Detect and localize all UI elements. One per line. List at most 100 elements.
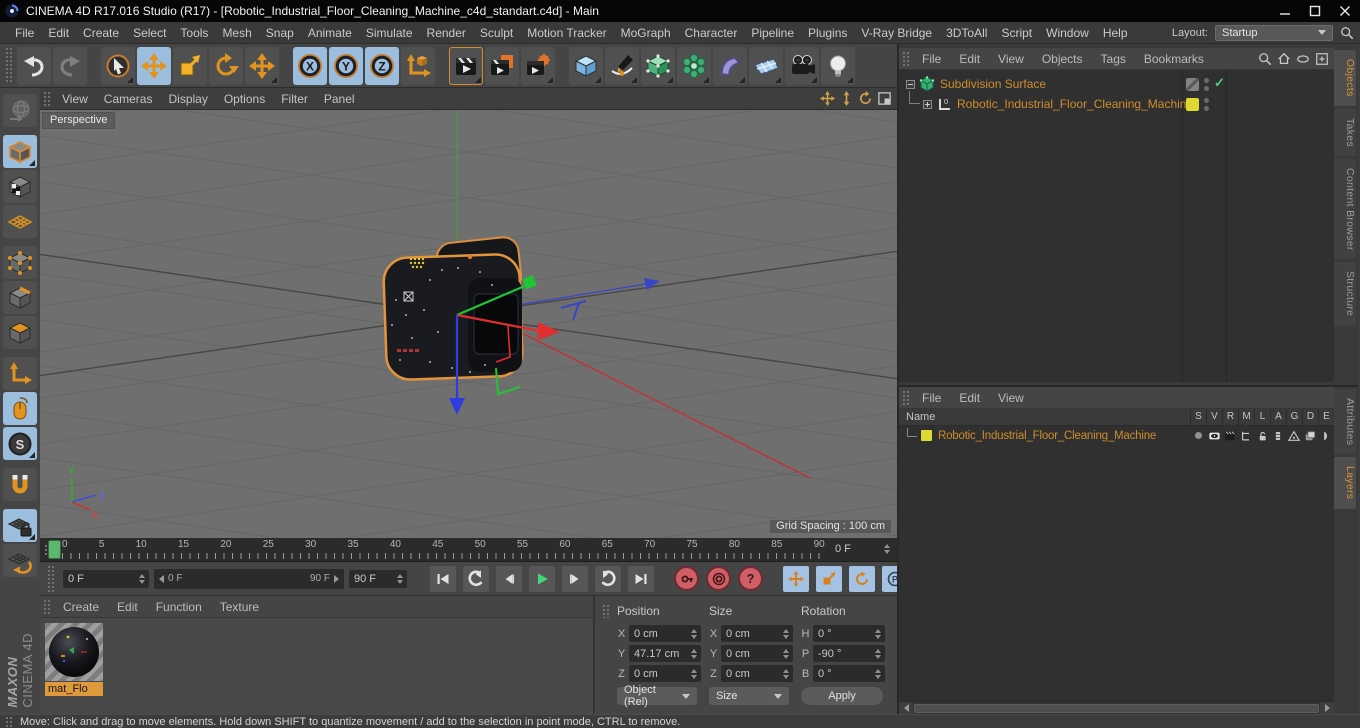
pan-view-icon[interactable]: [820, 91, 835, 106]
menu-pipeline[interactable]: Pipeline: [744, 26, 801, 40]
lock-workplane-button[interactable]: [3, 509, 37, 542]
floor-button[interactable]: [749, 46, 783, 85]
layer-manager-handle[interactable]: [902, 390, 910, 405]
tab-layers[interactable]: Layers: [1334, 457, 1356, 509]
deformers-toggle[interactable]: [1302, 430, 1318, 442]
viewport-menu-panel[interactable]: Panel: [316, 92, 363, 106]
autokey-button[interactable]: [706, 566, 731, 591]
column-header-a[interactable]: A: [1270, 409, 1286, 425]
animation-toggle[interactable]: [1270, 430, 1286, 442]
coords-handle[interactable]: [602, 604, 610, 618]
viewport-perspective[interactable]: Y Z X Perspective Grid Spacing : 100 cm: [40, 110, 897, 538]
manager-toggle[interactable]: [1238, 430, 1254, 442]
om-menu-bookmarks[interactable]: Bookmarks: [1135, 52, 1213, 66]
coordinate-mode-dropdown[interactable]: Object (Rel): [617, 684, 697, 708]
column-header-l[interactable]: L: [1254, 409, 1270, 425]
column-header-d[interactable]: D: [1302, 409, 1318, 425]
layer-color-chip[interactable]: [921, 430, 932, 441]
goto-start-button[interactable]: [430, 565, 456, 592]
material-menu-edit[interactable]: Edit: [108, 600, 147, 614]
magnet-snap-button[interactable]: [3, 468, 37, 501]
close-button[interactable]: [1330, 0, 1360, 22]
record-keyframe-button[interactable]: [674, 566, 699, 591]
next-key-button[interactable]: [595, 565, 621, 592]
size-mode-dropdown[interactable]: Size: [709, 687, 789, 705]
viewport-label[interactable]: Perspective: [42, 112, 116, 129]
tab-structure[interactable]: Structure: [1334, 262, 1356, 326]
workplane-alignment-button[interactable]: [3, 544, 37, 577]
lm-menu-file[interactable]: File: [913, 391, 950, 405]
make-editable-button[interactable]: [3, 94, 37, 127]
om-menu-view[interactable]: View: [989, 52, 1033, 66]
mograph-cloner-button[interactable]: [677, 46, 711, 85]
eye-icon[interactable]: [1296, 52, 1310, 66]
play-button[interactable]: [529, 565, 555, 592]
undo-button[interactable]: [17, 46, 51, 85]
menu-animate[interactable]: Animate: [301, 26, 359, 40]
object-tree[interactable]: Subdivision Surface ✓ 0 Robotic_Industri…: [899, 70, 1334, 382]
menu-motion-tracker[interactable]: Motion Tracker: [520, 26, 613, 40]
next-frame-button[interactable]: [562, 565, 588, 592]
axis-mode-button[interactable]: [3, 357, 37, 390]
object-name[interactable]: Subdivision Surface: [935, 77, 1046, 91]
om-menu-file[interactable]: File: [913, 52, 950, 66]
menu-sculpt[interactable]: Sculpt: [473, 26, 520, 40]
material-preview[interactable]: [45, 623, 103, 681]
rotation-p-field[interactable]: P -90 °: [801, 645, 893, 662]
previous-frame-button[interactable]: [496, 565, 522, 592]
object-name[interactable]: Robotic_Industrial_Floor_Cleaning_Machin…: [938, 430, 1190, 442]
material-menu-texture[interactable]: Texture: [211, 600, 268, 614]
spline-pen-button[interactable]: [605, 46, 639, 85]
layer-color-chip[interactable]: [1186, 97, 1199, 111]
column-header-s[interactable]: S: [1190, 409, 1206, 425]
snap-settings-button[interactable]: S: [3, 427, 37, 460]
menu-file[interactable]: File: [8, 26, 41, 40]
model-mode-button[interactable]: [3, 135, 37, 168]
range-right-arrow-icon[interactable]: [334, 574, 339, 583]
home-icon[interactable]: [1277, 52, 1291, 66]
visibility-dots[interactable]: [1204, 77, 1209, 91]
z-axis-lock-button[interactable]: Z: [365, 46, 399, 85]
render-toggle[interactable]: [1222, 430, 1238, 442]
render-picture-viewer-button[interactable]: [485, 46, 519, 85]
anim-start-stepper[interactable]: [137, 573, 149, 584]
live-selection-button[interactable]: [101, 46, 135, 85]
tab-takes[interactable]: Takes: [1334, 108, 1356, 156]
tab-objects[interactable]: Objects: [1334, 50, 1356, 106]
rotation-h-field[interactable]: H0 °: [801, 625, 893, 642]
render-view-button[interactable]: [449, 46, 483, 85]
rotate-tool-button[interactable]: [209, 46, 243, 85]
menu-mesh[interactable]: Mesh: [215, 26, 258, 40]
menu-plugins[interactable]: Plugins: [801, 26, 854, 40]
expand-expander[interactable]: [923, 99, 932, 109]
search-icon[interactable]: [1258, 52, 1272, 66]
column-header-v[interactable]: V: [1206, 409, 1222, 425]
minimize-button[interactable]: [1270, 0, 1300, 22]
material-item[interactable]: mat_Flo: [45, 623, 103, 696]
position-z-field[interactable]: Z0 cm: [617, 665, 709, 682]
layout-dropdown[interactable]: Startup: [1215, 24, 1333, 41]
menu-snap[interactable]: Snap: [259, 26, 301, 40]
menu-mograph[interactable]: MoGraph: [614, 26, 678, 40]
anim-end-stepper[interactable]: [395, 573, 407, 584]
subdivision-surface-button[interactable]: [641, 46, 675, 85]
viewport-menu-cameras[interactable]: Cameras: [96, 92, 161, 106]
animbar-handle[interactable]: [47, 565, 55, 592]
points-mode-button[interactable]: [3, 246, 37, 279]
add-cube-button[interactable]: [569, 46, 603, 85]
tab-content-browser[interactable]: Content Browser: [1334, 158, 1356, 260]
tab-attributes[interactable]: Attributes: [1334, 389, 1356, 455]
material-name[interactable]: mat_Flo: [45, 682, 103, 696]
move-tool-button[interactable]: [137, 46, 171, 85]
apply-button[interactable]: Apply: [801, 687, 883, 705]
view-toggle[interactable]: [1206, 430, 1222, 442]
column-header-e[interactable]: E: [1318, 409, 1334, 425]
keyframe-selection-button[interactable]: ?: [738, 566, 763, 591]
column-header-g[interactable]: G: [1286, 409, 1302, 425]
visibility-dots[interactable]: [1204, 97, 1209, 111]
rotate-view-icon[interactable]: [858, 91, 873, 106]
current-frame-field[interactable]: 0 F: [830, 540, 894, 558]
size-y-field[interactable]: Y0 cm: [709, 645, 801, 662]
om-menu-edit[interactable]: Edit: [950, 52, 989, 66]
edges-mode-button[interactable]: [3, 281, 37, 314]
